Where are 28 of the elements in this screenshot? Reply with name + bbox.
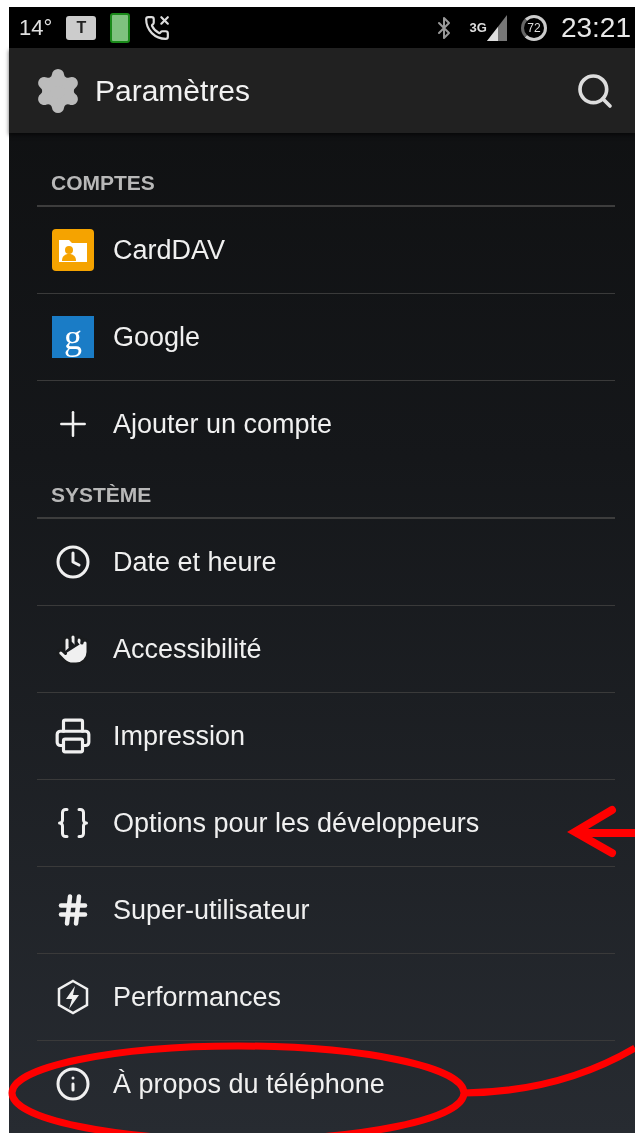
message-icon: T [66,15,97,40]
info-icon [55,1066,91,1102]
braces-icon [55,805,91,841]
lightning-icon [55,979,91,1015]
settings-item[interactable]: Options pour les développeurs [37,780,615,867]
signal-icon [486,14,507,41]
battery-icon [110,12,131,43]
settings-item[interactable]: Impression [37,693,615,780]
temperature: 14° [19,14,53,41]
clock-icon [55,544,91,580]
settings-item[interactable]: Date et heure [37,519,615,606]
settings-item[interactable]: Accessibilité [37,606,615,693]
section-header: COMPTES [37,133,615,207]
network-type: 3G [469,20,487,35]
settings-item[interactable]: Super-utilisateur [37,867,615,954]
settings-item[interactable]: CardDAV [37,207,615,294]
settings-item[interactable]: Performances [37,954,615,1041]
google-icon: g [52,316,94,358]
settings-item[interactable]: Ajouter un compte [37,381,615,467]
missed-call-icon [144,14,171,41]
clock-time: 23:21 [560,11,631,44]
printer-icon [54,717,92,755]
section-header: SYSTÈME [37,467,615,519]
contact-folder-icon [51,228,95,272]
settings-item[interactable]: À propos du téléphone [37,1041,615,1127]
settings-item[interactable]: g Google [37,294,615,381]
screen-title: Paramètres [95,73,252,108]
battery-level: 72 [520,14,547,41]
